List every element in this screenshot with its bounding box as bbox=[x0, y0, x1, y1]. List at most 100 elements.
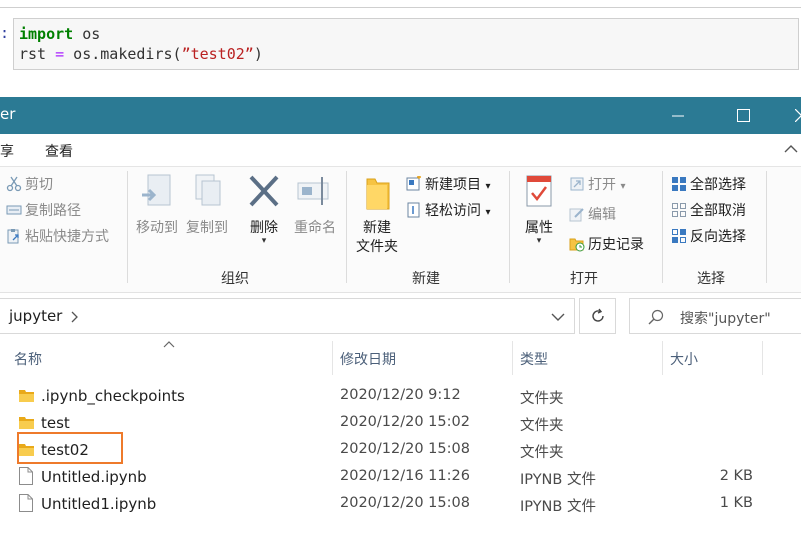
file-type: IPYNB 文件 bbox=[520, 472, 596, 488]
folder-icon bbox=[19, 444, 34, 456]
file-row[interactable]: .ipynb_checkpoints 2020/12/20 9:12 文件夹 bbox=[0, 383, 801, 410]
title-bar[interactable]: er bbox=[0, 97, 801, 134]
column-divider[interactable] bbox=[762, 341, 763, 375]
file-icon bbox=[19, 467, 33, 485]
file-type: 文件夹 bbox=[520, 445, 564, 461]
file-name: test bbox=[41, 414, 70, 432]
easy-access-icon bbox=[407, 202, 420, 218]
folder-icon bbox=[19, 390, 34, 402]
file-size: 1 KB bbox=[719, 495, 753, 511]
minimize-icon bbox=[672, 115, 684, 116]
group-separator bbox=[127, 171, 128, 283]
edit-icon bbox=[569, 208, 584, 222]
file-modified: 2020/12/20 15:08 bbox=[340, 441, 470, 457]
properties-icon bbox=[526, 175, 552, 207]
breadcrumb-jupyter[interactable]: jupyter bbox=[9, 307, 62, 325]
select-all-icon bbox=[672, 177, 686, 191]
move-to-button[interactable]: 移动到 bbox=[134, 173, 180, 237]
column-header-size[interactable]: 大小 bbox=[670, 349, 698, 371]
file-explorer-window: er 享 查看 剪切 复制路径 粘贴快捷方式 移动到 复制到 删除 ▾ 重命名 … bbox=[0, 97, 801, 536]
select-none-icon bbox=[672, 203, 686, 217]
address-bar[interactable]: jupyter bbox=[0, 298, 575, 334]
group-separator bbox=[509, 171, 510, 283]
chevron-down-icon: ▾ bbox=[620, 181, 626, 192]
chevron-right-icon[interactable] bbox=[71, 311, 79, 323]
code-editor[interactable]: import os rst = os.makedirs(”test02”) bbox=[13, 18, 799, 70]
chevron-down-icon: ▾ bbox=[485, 207, 491, 218]
cut-button[interactable]: 剪切 bbox=[6, 174, 53, 194]
cell-divider bbox=[0, 7, 801, 8]
select-none-button[interactable]: 全部取消 bbox=[671, 200, 746, 220]
column-header-name[interactable]: 名称 bbox=[14, 349, 42, 371]
tab-view[interactable]: 查看 bbox=[45, 141, 73, 161]
group-separator bbox=[766, 171, 767, 283]
search-icon bbox=[648, 309, 664, 325]
history-icon bbox=[569, 238, 585, 252]
file-size: 2 KB bbox=[719, 468, 753, 484]
file-icon bbox=[19, 494, 33, 512]
refresh-button[interactable] bbox=[579, 298, 616, 334]
maximize-button[interactable] bbox=[720, 97, 766, 134]
sort-ascending-icon bbox=[163, 341, 175, 348]
new-item-icon bbox=[406, 176, 421, 191]
column-header-type[interactable]: 类型 bbox=[520, 349, 548, 371]
open-icon bbox=[570, 177, 584, 191]
easy-access-button[interactable]: 轻松访问 ▾ bbox=[406, 200, 490, 220]
new-item-button[interactable]: 新建项目 ▾ bbox=[406, 174, 490, 194]
file-type: IPYNB 文件 bbox=[520, 499, 596, 515]
search-placeholder: 搜索"jupyter" bbox=[680, 311, 771, 327]
open-button[interactable]: 打开 ▾ bbox=[569, 174, 625, 194]
minimize-button[interactable] bbox=[655, 97, 701, 134]
delete-button[interactable]: 删除 ▾ bbox=[246, 173, 282, 246]
address-history-chevron-icon[interactable] bbox=[551, 313, 565, 322]
new-folder-button[interactable]: 新建 文件夹 bbox=[353, 173, 401, 257]
copy-to-button[interactable]: 复制到 bbox=[184, 173, 230, 237]
column-divider[interactable] bbox=[512, 341, 513, 375]
refresh-icon bbox=[591, 308, 604, 322]
maximize-icon bbox=[736, 109, 750, 122]
window-title: er bbox=[0, 105, 16, 123]
file-row[interactable]: Untitled1.ipynb 2020/12/20 15:08 IPYNB 文… bbox=[0, 491, 801, 518]
group-separator bbox=[346, 171, 347, 283]
column-divider[interactable] bbox=[662, 341, 663, 375]
invert-selection-button[interactable]: 反向选择 bbox=[671, 226, 746, 246]
scissors-icon bbox=[6, 176, 22, 192]
file-modified: 2020/12/20 9:12 bbox=[340, 387, 461, 403]
file-name: test02 bbox=[41, 441, 89, 459]
file-name: .ipynb_checkpoints bbox=[41, 387, 185, 405]
tab-share[interactable]: 享 bbox=[0, 141, 14, 161]
select-group-label: 选择 bbox=[697, 271, 725, 287]
file-row[interactable]: Untitled.ipynb 2020/12/16 11:26 IPYNB 文件… bbox=[0, 464, 801, 491]
move-to-icon bbox=[142, 174, 171, 206]
code-line-1: import os bbox=[19, 25, 101, 43]
open-group-label: 打开 bbox=[570, 271, 598, 287]
file-modified: 2020/12/16 11:26 bbox=[340, 468, 470, 484]
paste-shortcut-button[interactable]: 粘贴快捷方式 bbox=[6, 226, 109, 246]
file-type: 文件夹 bbox=[520, 391, 564, 407]
column-header-modified[interactable]: 修改日期 bbox=[340, 349, 396, 371]
file-modified: 2020/12/20 15:02 bbox=[340, 414, 470, 430]
new-group-label: 新建 bbox=[412, 271, 440, 287]
copy-path-button[interactable]: 复制路径 bbox=[6, 200, 81, 220]
file-row[interactable]: test02 2020/12/20 15:08 文件夹 bbox=[0, 432, 801, 464]
close-button[interactable] bbox=[778, 97, 801, 134]
column-divider[interactable] bbox=[332, 341, 333, 375]
select-all-button[interactable]: 全部选择 bbox=[671, 174, 746, 194]
code-cell[interactable]: : import os rst = os.makedirs(”test02”) bbox=[0, 0, 801, 96]
folder-icon bbox=[19, 417, 34, 429]
properties-button[interactable]: 属性 ▾ bbox=[521, 173, 557, 246]
new-folder-icon bbox=[366, 178, 390, 210]
copy-to-icon bbox=[195, 174, 221, 206]
edit-button[interactable]: 编辑 bbox=[569, 204, 616, 224]
search-input[interactable]: 搜索"jupyter" bbox=[629, 298, 801, 334]
history-button[interactable]: 历史记录 bbox=[569, 234, 644, 254]
code-line-2: rst = os.makedirs(”test02”) bbox=[19, 45, 263, 63]
chevron-down-icon: ▾ bbox=[536, 236, 542, 246]
rename-button[interactable]: 重命名 bbox=[292, 173, 338, 237]
cell-prompt: : bbox=[0, 24, 10, 42]
file-modified: 2020/12/20 15:08 bbox=[340, 495, 470, 511]
paste-shortcut-icon bbox=[7, 229, 19, 244]
ribbon: 剪切 复制路径 粘贴快捷方式 移动到 复制到 删除 ▾ 重命名 组织 新建 文件夹 bbox=[0, 167, 801, 293]
collapse-ribbon-icon[interactable] bbox=[784, 144, 798, 154]
navigation-bar: jupyter 搜索"jupyter" bbox=[0, 298, 801, 334]
